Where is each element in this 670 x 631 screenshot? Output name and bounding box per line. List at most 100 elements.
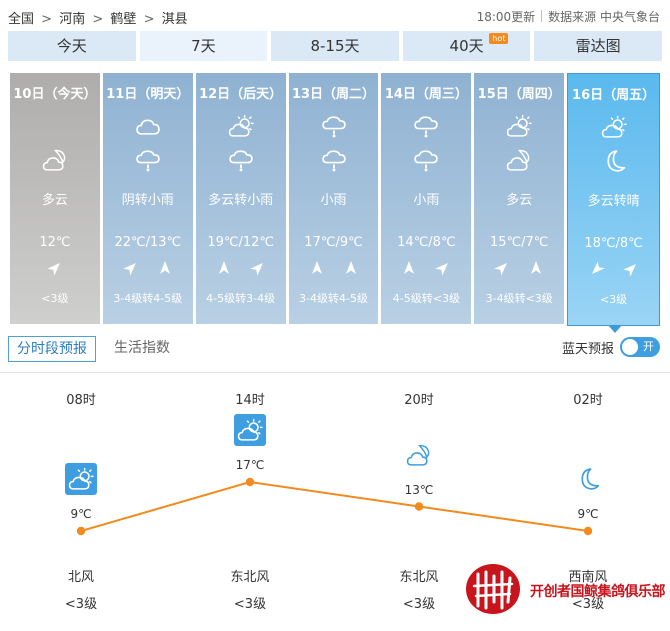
wind-directions [381, 260, 471, 278]
hour-temperature: 13℃ [404, 482, 434, 497]
temperature-range: 18℃/8℃ [584, 236, 643, 251]
wind-level: 3-4级转4-5级 [299, 292, 368, 305]
tab-label: 今天 [56, 37, 87, 55]
partly-cloudy-icon [568, 114, 659, 140]
weather-description: 多云 [506, 193, 533, 208]
hour-wind-level: <3级 [402, 597, 436, 612]
wind-direction-icon [123, 260, 139, 278]
wind-directions [474, 260, 564, 278]
update-meta: 18:00更新 数据来源 中央气象台 [477, 8, 660, 25]
temperature-range: 17℃/9℃ [304, 235, 363, 250]
day-card[interactable]: 11日（明天） 阴转小雨 22℃/13℃ 3-4级转4-5级 [102, 73, 193, 324]
hour-temperature: 17℃ [235, 458, 265, 472]
tab-today[interactable]: 今天 [8, 31, 136, 61]
toggle-label: 蓝天预报 [561, 341, 614, 357]
tab-label: 雷达图 [575, 37, 621, 55]
tab-label: 8-15天 [310, 37, 360, 55]
hot-badge: hot [489, 33, 509, 44]
tab-7-days[interactable]: 7天 [139, 31, 268, 61]
weather-description: 小雨 [413, 193, 440, 208]
hour-time: 08时 [66, 393, 96, 408]
moon-icon [572, 463, 604, 495]
tab-label: 7天 [191, 37, 216, 55]
wind-directions [10, 260, 100, 278]
breadcrumb-item[interactable]: 河南 [59, 12, 85, 27]
update-time: 18:00更新 [476, 10, 536, 24]
day-card[interactable]: 14日（周三） 小雨 14℃/8℃ 4-5级转<3级 [381, 73, 472, 324]
light-rain-icon [381, 147, 471, 173]
day-card[interactable]: 12日（后天） 多云转小雨 19℃/12℃ 4-5级转3-4级 [195, 73, 286, 324]
temperature-line [80, 480, 589, 532]
cloudy-night-icon [403, 439, 435, 471]
weather-description: 多云 [41, 193, 68, 208]
breadcrumb-separator: > [41, 12, 53, 27]
temperature-point [76, 526, 86, 536]
day-date: 14日（周三） [384, 87, 468, 102]
hour-wind-level: <3级 [64, 597, 98, 612]
wind-direction-icon [401, 260, 417, 278]
hour-temperature: 9℃ [577, 507, 599, 521]
day-date: 16日（周五） [572, 88, 656, 103]
day-card[interactable]: 13日（周二） 小雨 17℃/9℃ 3-4级转4-5级 [288, 73, 379, 324]
wind-directions [196, 260, 286, 278]
blue-sky-toggle[interactable]: 开 [620, 337, 660, 357]
divider [541, 10, 543, 22]
partly-cloudy-icon [234, 414, 266, 446]
wind-direction-icon [47, 260, 63, 278]
day-card[interactable]: 16日（周五） 多云转晴 18℃/8℃ <3级 [567, 73, 661, 333]
weather-description: 多云转晴 [587, 194, 640, 209]
tab-40-days[interactable]: 40天 hot [402, 31, 531, 61]
wind-direction-icon [622, 261, 639, 279]
day-card[interactable]: 10日（今天） 多云 12℃ <3级 [10, 73, 100, 324]
partly-cloudy-icon [474, 113, 564, 139]
wind-level: 3-4级转<3级 [485, 292, 553, 305]
cloudy-night-icon [474, 147, 564, 173]
wind-direction-icon [249, 260, 266, 278]
toggle-state: 开 [643, 340, 654, 353]
temperature-point [414, 502, 424, 511]
tab-label: 40天 [449, 37, 484, 55]
hour-wind-level: <3级 [233, 597, 267, 612]
day-card[interactable]: 15日（周四） 多云 15℃/7℃ 3-4级转<3级 [474, 73, 565, 324]
cloudy-night-icon [10, 147, 100, 173]
hour-time: 20时 [404, 393, 434, 408]
day-cards: 10日（今天） 多云 12℃ <3级 11日（明天） 阴转小雨 22℃/13℃ 3-4级转… [10, 73, 661, 333]
light-rain-icon [381, 113, 471, 139]
wind-directions [103, 260, 193, 278]
breadcrumb-item[interactable]: 全国 [8, 12, 34, 27]
hour-wind-direction: 北风 [67, 570, 94, 585]
wind-level: 4-5级转3-4级 [206, 292, 276, 305]
breadcrumb-separator: > [92, 12, 104, 27]
hour-temperature: 9℃ [70, 507, 92, 521]
light-rain-icon [103, 147, 193, 173]
tab-radar[interactable]: 雷达图 [534, 31, 662, 61]
wind-direction-icon [589, 261, 605, 279]
wind-level: <3级 [41, 292, 69, 305]
light-rain-icon [289, 113, 379, 139]
cloud-icon [103, 113, 193, 139]
temperature-point [583, 526, 593, 536]
day-date: 12日（后天） [199, 87, 283, 102]
wind-direction-icon [157, 260, 173, 278]
breadcrumb-item[interactable]: 鹤壁 [110, 12, 136, 27]
wind-direction-icon [343, 260, 359, 278]
wind-direction-icon [435, 260, 451, 278]
hour-wind-direction: 东北风 [399, 570, 439, 585]
tab-life-index[interactable]: 生活指数 [106, 336, 178, 362]
hour-wind-direction: 东北风 [230, 570, 270, 585]
weather-description: 多云转小雨 [208, 193, 274, 208]
day-date: 10日（今天） [13, 87, 97, 102]
breadcrumb: 全国 > 河南 > 鹤壁 > 淇县 [8, 8, 191, 27]
wind-level: <3级 [599, 293, 628, 306]
forecast-tabs: 今天 7天 8-15天 40天 hot 雷达图 [8, 31, 662, 61]
temperature-range: 12℃ [39, 235, 71, 250]
tab-8-15-days[interactable]: 8-15天 [271, 31, 399, 61]
day-date: 11日（明天） [106, 87, 190, 102]
moon-icon [568, 148, 659, 174]
day-date: 15日（周四） [477, 87, 561, 102]
blue-sky-forecast: 蓝天预报 开 [562, 337, 660, 357]
top-bar: 全国 > 河南 > 鹤壁 > 淇县 18:00更新 数据来源 中央气象台 [0, 0, 670, 32]
tab-hourly-forecast[interactable]: 分时段预报 [8, 336, 96, 362]
wind-directions [289, 260, 379, 278]
wind-direction-icon [309, 260, 325, 278]
